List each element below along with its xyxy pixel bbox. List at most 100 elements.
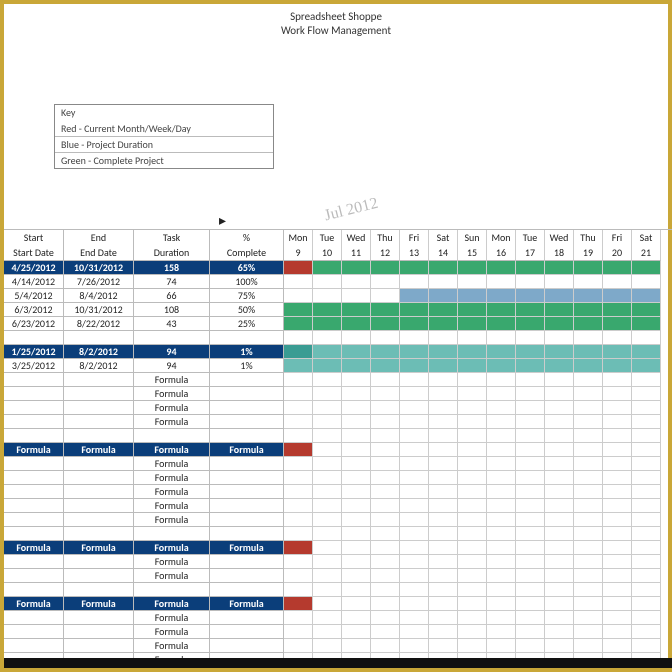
cell[interactable]: Formula: [4, 597, 64, 611]
gantt-cell[interactable]: [342, 261, 371, 275]
gantt-cell[interactable]: [603, 275, 632, 289]
cell[interactable]: 6/23/2012: [4, 317, 64, 331]
gantt-cell[interactable]: [313, 527, 342, 541]
cell[interactable]: [4, 527, 64, 541]
gantt-cell[interactable]: [545, 639, 574, 653]
cell[interactable]: [64, 527, 134, 541]
gantt-cell[interactable]: [371, 471, 400, 485]
gantt-cell[interactable]: [400, 401, 429, 415]
cell[interactable]: 8/2/2012: [64, 345, 134, 359]
gantt-cell[interactable]: [313, 639, 342, 653]
day-number[interactable]: 20: [603, 245, 632, 261]
col-header[interactable]: Start: [4, 230, 64, 245]
gantt-cell[interactable]: [458, 499, 487, 513]
cell[interactable]: [4, 611, 64, 625]
gantt-cell[interactable]: [487, 499, 516, 513]
gantt-cell[interactable]: [574, 499, 603, 513]
gantt-cell[interactable]: [313, 387, 342, 401]
gantt-cell[interactable]: [574, 527, 603, 541]
cell[interactable]: 10/31/2012: [64, 303, 134, 317]
gantt-cell[interactable]: [458, 471, 487, 485]
gantt-cell[interactable]: [429, 303, 458, 317]
gantt-cell[interactable]: [574, 317, 603, 331]
col-header[interactable]: End Date: [64, 245, 134, 261]
gantt-cell[interactable]: [574, 639, 603, 653]
cell[interactable]: Formula: [134, 625, 210, 639]
gantt-cell[interactable]: [487, 317, 516, 331]
gantt-cell[interactable]: [516, 485, 545, 499]
gantt-cell[interactable]: [574, 485, 603, 499]
gantt-cell[interactable]: [516, 513, 545, 527]
gantt-cell[interactable]: [458, 513, 487, 527]
cell[interactable]: [4, 331, 64, 345]
cell[interactable]: Formula: [134, 611, 210, 625]
gantt-cell[interactable]: [400, 317, 429, 331]
cell[interactable]: [64, 331, 134, 345]
gantt-cell[interactable]: [516, 401, 545, 415]
cell[interactable]: Formula: [134, 401, 210, 415]
gantt-cell[interactable]: [632, 541, 661, 555]
gantt-cell[interactable]: [284, 415, 313, 429]
gantt-cell[interactable]: [371, 513, 400, 527]
gantt-cell[interactable]: [603, 401, 632, 415]
gantt-cell[interactable]: [545, 625, 574, 639]
gantt-cell[interactable]: [487, 457, 516, 471]
day-header[interactable]: Sun: [458, 230, 487, 245]
gantt-cell[interactable]: [400, 443, 429, 457]
cell[interactable]: [4, 401, 64, 415]
gantt-cell[interactable]: [458, 317, 487, 331]
gantt-cell[interactable]: [371, 401, 400, 415]
gantt-cell[interactable]: [458, 611, 487, 625]
gantt-cell[interactable]: [400, 597, 429, 611]
gantt-cell[interactable]: [284, 625, 313, 639]
gantt-cell[interactable]: [400, 289, 429, 303]
gantt-cell[interactable]: [342, 485, 371, 499]
gantt-cell[interactable]: [371, 499, 400, 513]
gantt-cell[interactable]: [603, 527, 632, 541]
cell[interactable]: Formula: [134, 387, 210, 401]
gantt-cell[interactable]: [545, 569, 574, 583]
gantt-cell[interactable]: [574, 443, 603, 457]
gantt-cell[interactable]: [313, 289, 342, 303]
gantt-cell[interactable]: [284, 583, 313, 597]
cell[interactable]: Formula: [134, 639, 210, 653]
gantt-cell[interactable]: [574, 331, 603, 345]
gantt-cell[interactable]: [400, 513, 429, 527]
gantt-cell[interactable]: [632, 387, 661, 401]
gantt-cell[interactable]: [371, 387, 400, 401]
gantt-cell[interactable]: [371, 261, 400, 275]
gantt-cell[interactable]: [487, 345, 516, 359]
gantt-cell[interactable]: [487, 513, 516, 527]
cell[interactable]: [210, 429, 284, 443]
gantt-cell[interactable]: [371, 303, 400, 317]
gantt-cell[interactable]: [603, 583, 632, 597]
cell[interactable]: 1%: [210, 359, 284, 373]
gantt-cell[interactable]: [516, 569, 545, 583]
gantt-cell[interactable]: [603, 289, 632, 303]
gantt-cell[interactable]: [313, 499, 342, 513]
gantt-cell[interactable]: [429, 401, 458, 415]
gantt-cell[interactable]: [400, 373, 429, 387]
gantt-cell[interactable]: [400, 303, 429, 317]
cell[interactable]: [4, 457, 64, 471]
gantt-cell[interactable]: [284, 611, 313, 625]
cell[interactable]: Formula: [134, 499, 210, 513]
cell[interactable]: 74: [134, 275, 210, 289]
cell[interactable]: [64, 583, 134, 597]
gantt-cell[interactable]: [313, 471, 342, 485]
gantt-cell[interactable]: [487, 387, 516, 401]
day-header[interactable]: Fri: [603, 230, 632, 245]
gantt-cell[interactable]: [342, 527, 371, 541]
day-header[interactable]: Thu: [371, 230, 400, 245]
gantt-cell[interactable]: [342, 457, 371, 471]
gantt-cell[interactable]: [371, 625, 400, 639]
gantt-cell[interactable]: [574, 289, 603, 303]
cell[interactable]: [210, 527, 284, 541]
gantt-cell[interactable]: [545, 261, 574, 275]
gantt-cell[interactable]: [603, 639, 632, 653]
cell[interactable]: [210, 569, 284, 583]
gantt-cell[interactable]: [632, 443, 661, 457]
cell[interactable]: Formula: [134, 555, 210, 569]
gantt-cell[interactable]: [603, 625, 632, 639]
gantt-cell[interactable]: [429, 429, 458, 443]
